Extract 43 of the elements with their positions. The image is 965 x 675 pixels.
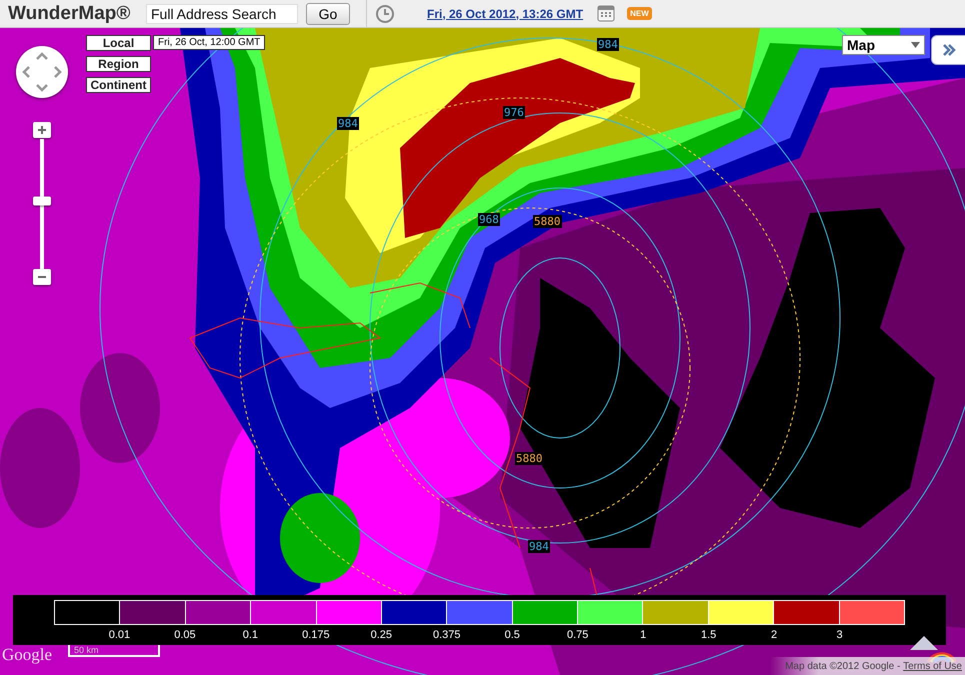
- expand-panel-button[interactable]: [931, 35, 965, 65]
- legend-label: 1.5: [700, 629, 716, 641]
- map-type-dropdown[interactable]: Map: [842, 35, 925, 55]
- pan-control[interactable]: [16, 46, 68, 98]
- contour-label: 976: [503, 106, 525, 119]
- legend-label: 0.5: [504, 629, 520, 641]
- go-button[interactable]: Go: [306, 2, 350, 24]
- view-button[interactable]: Continent: [86, 77, 151, 93]
- search-field[interactable]: Full Address Search: [146, 4, 298, 24]
- legend-label: 1: [640, 629, 646, 641]
- scale-bar: 50 km: [68, 645, 160, 657]
- contour-label: 5880: [515, 452, 544, 465]
- caret-icon: [911, 42, 920, 48]
- zoom-out-button[interactable]: [33, 269, 51, 285]
- map-data-credit: Map data ©2012 Google -: [785, 660, 902, 672]
- app-title: WunderMap®: [8, 2, 132, 24]
- view-button[interactable]: Local: [86, 35, 151, 51]
- legend-label: 2: [771, 629, 778, 641]
- clock-icon[interactable]: [375, 4, 395, 24]
- contour-label: 984: [597, 38, 619, 51]
- zoom-handle[interactable]: [33, 196, 51, 206]
- legend-label: 0.05: [174, 629, 196, 641]
- date-link[interactable]: Fri, 26 Oct 2012, 13:26 GMT: [427, 6, 584, 20]
- new-badge: NEW: [627, 7, 652, 20]
- double-chevron-icon: [942, 43, 956, 57]
- zoom-in-button[interactable]: [33, 122, 51, 138]
- calendar-icon[interactable]: [597, 5, 616, 22]
- contour-label: 984: [528, 540, 550, 553]
- plus-icon: [37, 125, 47, 135]
- contour-label: 5880: [533, 215, 562, 228]
- legend-label: 0.1: [242, 629, 258, 641]
- legend-label: 0.01: [108, 629, 130, 641]
- legend-label: 0.175: [302, 629, 330, 641]
- contour-label: 968: [478, 213, 500, 226]
- legend-label: 0.375: [433, 629, 461, 641]
- legend-label: 0.75: [566, 629, 588, 641]
- contour-label: 984: [337, 117, 359, 130]
- legend-label: 3: [836, 629, 843, 641]
- terms-link[interactable]: Terms of Use: [903, 660, 962, 672]
- view-button[interactable]: Region: [86, 56, 151, 72]
- forecast-time-label: Fri, 26 Oct, 12:00 GMT: [153, 35, 266, 50]
- map-provider-logo: Google: [2, 645, 52, 665]
- legend-label: 0.25: [370, 629, 392, 641]
